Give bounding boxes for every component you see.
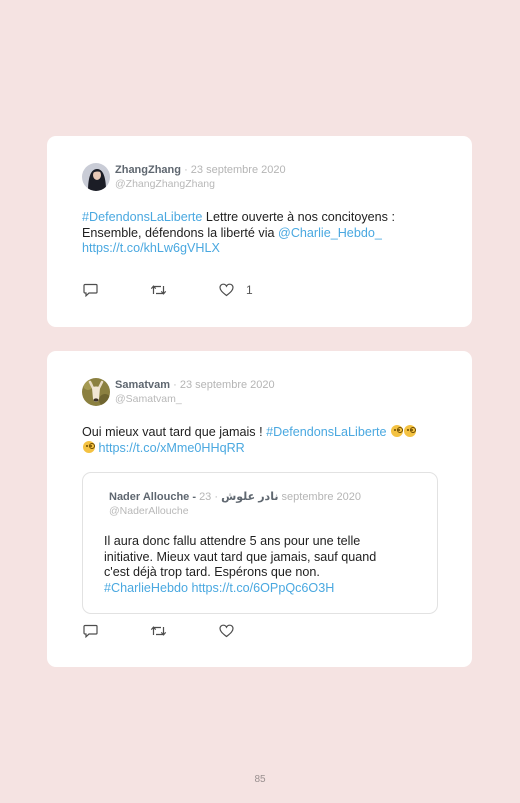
- user-handle[interactable]: @Samatvam_: [115, 393, 275, 406]
- retweet-icon: [150, 626, 167, 636]
- quoted-tweet-text: Il aura donc fallu attendre 5 ans pour u…: [104, 534, 376, 596]
- tweet-text: Oui mieux vaut tard que jamais ! #Defend…: [82, 425, 417, 456]
- like-icon: [219, 283, 234, 297]
- like-icon: [219, 624, 234, 638]
- quoted-tweet[interactable]: Nader Allouche - نادر علوش · 23 septembr…: [82, 472, 438, 614]
- like-button[interactable]: [219, 624, 234, 638]
- page-number: 85: [254, 774, 266, 785]
- tweet-card: ZhangZhang · 23 septembre 2020 @ZhangZha…: [47, 136, 472, 327]
- avatar[interactable]: [82, 378, 110, 406]
- username[interactable]: ZhangZhang: [115, 164, 181, 176]
- avatar[interactable]: [82, 163, 110, 191]
- like-count: 1: [246, 283, 253, 297]
- reply-button[interactable]: [83, 283, 98, 297]
- reply-icon: [83, 283, 98, 297]
- tweet-text-segment: Oui mieux vaut tard que jamais !: [82, 425, 267, 439]
- url-link[interactable]: https://t.co/xMme0HHqRR: [99, 441, 245, 455]
- face-with-monocle-icon: [391, 425, 404, 437]
- tweet-text-segment: Ensemble, défendons la liberté via: [82, 225, 279, 240]
- quoted-user-handle[interactable]: @NaderAllouche: [109, 505, 361, 518]
- hashtag-link[interactable]: #CharlieHebdo: [104, 581, 188, 595]
- reply-icon: [83, 624, 98, 638]
- separator-dot: ·: [211, 491, 222, 503]
- face-with-monocle-icon: [404, 425, 417, 437]
- quoted-text-line: initiative. Mieux vaut tard que jamais, …: [104, 549, 377, 564]
- tweet-card: Samatvam · 23 septembre 2020 @Samatvam_ …: [47, 351, 472, 667]
- tweet-meta: Samatvam · 23 septembre 2020 @Samatvam_: [115, 379, 275, 406]
- quoted-username[interactable]: Nader Allouche - نادر علوش: [109, 491, 278, 503]
- hashtag-link[interactable]: #DefendonsLaLiberte: [266, 425, 386, 439]
- hashtag-link[interactable]: #DefendonsLaLiberte: [82, 210, 202, 224]
- retweet-button[interactable]: [150, 283, 167, 297]
- separator-dot: ·: [184, 164, 191, 176]
- url-link[interactable]: https://t.co/khLw6gVHLX: [82, 241, 220, 255]
- quoted-tweet-meta: Nader Allouche - نادر علوش · 23 septembr…: [109, 491, 361, 518]
- tweet-date[interactable]: 23 septembre 2020: [180, 379, 275, 391]
- username[interactable]: Samatvam: [115, 379, 170, 391]
- tweet-date[interactable]: 23 septembre 2020: [191, 164, 286, 176]
- quoted-text-line: Il aura donc fallu attendre 5 ans pour u…: [104, 534, 361, 548]
- user-handle[interactable]: @ZhangZhangZhang: [115, 178, 286, 191]
- url-link[interactable]: https://t.co/6OPpQc6O3H: [192, 581, 335, 595]
- face-with-monocle-icon: [83, 440, 95, 453]
- like-button[interactable]: 1: [219, 283, 253, 297]
- tweet-text-segment: Lettre ouverte à nos concitoyens :: [202, 210, 395, 224]
- separator-dot: ·: [173, 379, 180, 391]
- tweet-meta: ZhangZhang · 23 septembre 2020 @ZhangZha…: [115, 164, 286, 191]
- mention-link[interactable]: @Charlie_Hebdo_: [278, 226, 382, 240]
- retweet-icon: [150, 285, 167, 295]
- reply-button[interactable]: [83, 624, 98, 638]
- tweet-text: #DefendonsLaLiberte Lettre ouverte à nos…: [82, 210, 395, 257]
- retweet-button[interactable]: [150, 624, 167, 638]
- quoted-text-line: c'est déjà trop tard. Espérons que non.: [104, 565, 320, 580]
